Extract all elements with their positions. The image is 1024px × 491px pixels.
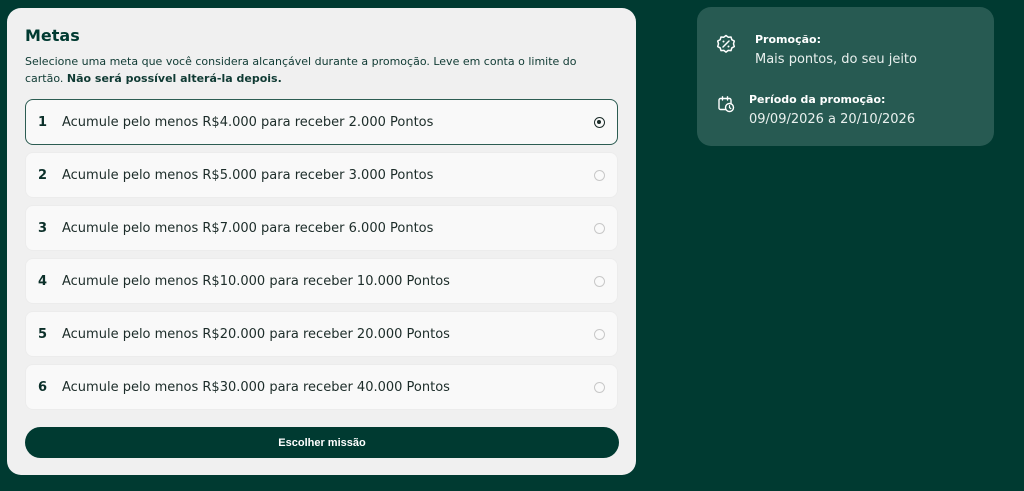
promotion-row: Promoção: Mais pontos, do seu jeito — [715, 33, 917, 67]
period-text-group: Período da promoção: 09/09/2026 a 20/10/… — [749, 93, 915, 127]
calendar-clock-icon — [715, 93, 737, 115]
promotion-label: Promoção: — [755, 33, 821, 46]
goal-option-number: 4 — [38, 273, 48, 289]
goal-option-number: 2 — [38, 167, 48, 183]
goal-option-text: Acumule pelo menos R$7.000 para receber … — [62, 220, 434, 236]
goal-option-text: Acumule pelo menos R$30.000 para receber… — [62, 379, 450, 395]
goal-options-list: 1 Acumule pelo menos R$4.000 para recebe… — [25, 99, 618, 410]
goal-option-text: Acumule pelo menos R$5.000 para receber … — [62, 167, 434, 183]
radio-icon[interactable] — [594, 275, 605, 287]
period-label: Período da promoção: — [749, 93, 886, 106]
goal-option-number: 6 — [38, 379, 48, 395]
period-row: Período da promoção: 09/09/2026 a 20/10/… — [715, 93, 915, 127]
goal-option-2[interactable]: 2 Acumule pelo menos R$5.000 para recebe… — [25, 152, 618, 198]
discount-badge-icon — [715, 33, 737, 55]
metas-card: Metas Selecione uma meta que você consid… — [7, 8, 636, 475]
goal-option-number: 1 — [38, 114, 48, 130]
goal-option-text: Acumule pelo menos R$20.000 para receber… — [62, 326, 450, 342]
goal-option-4[interactable]: 4 Acumule pelo menos R$10.000 para receb… — [25, 258, 618, 304]
metas-description-warning: Não será possível alterá-la depois. — [66, 72, 282, 85]
radio-icon[interactable] — [594, 328, 605, 340]
metas-title: Metas — [25, 26, 80, 45]
goal-option-1[interactable]: 1 Acumule pelo menos R$4.000 para recebe… — [25, 99, 618, 145]
goal-option-6[interactable]: 6 Acumule pelo menos R$30.000 para receb… — [25, 364, 618, 410]
goal-option-3[interactable]: 3 Acumule pelo menos R$7.000 para recebe… — [25, 205, 618, 251]
radio-icon[interactable] — [594, 169, 605, 181]
radio-selected-icon[interactable] — [594, 116, 605, 128]
goal-option-5[interactable]: 5 Acumule pelo menos R$20.000 para receb… — [25, 311, 618, 357]
promotion-text-group: Promoção: Mais pontos, do seu jeito — [755, 33, 917, 67]
period-value: 09/09/2026 a 20/10/2026 — [749, 112, 916, 127]
goal-option-number: 5 — [38, 326, 48, 342]
choose-mission-button[interactable]: Escolher missão — [25, 427, 619, 458]
radio-icon[interactable] — [594, 222, 605, 234]
radio-icon[interactable] — [594, 381, 605, 393]
goal-option-text: Acumule pelo menos R$4.000 para receber … — [62, 114, 434, 130]
goal-option-text: Acumule pelo menos R$10.000 para receber… — [62, 273, 450, 289]
promotion-value: Mais pontos, do seu jeito — [755, 52, 917, 67]
promotion-info-card: Promoção: Mais pontos, do seu jeito Perí… — [697, 7, 994, 146]
goal-option-number: 3 — [38, 220, 48, 236]
metas-description: Selecione uma meta que você considera al… — [25, 53, 618, 87]
